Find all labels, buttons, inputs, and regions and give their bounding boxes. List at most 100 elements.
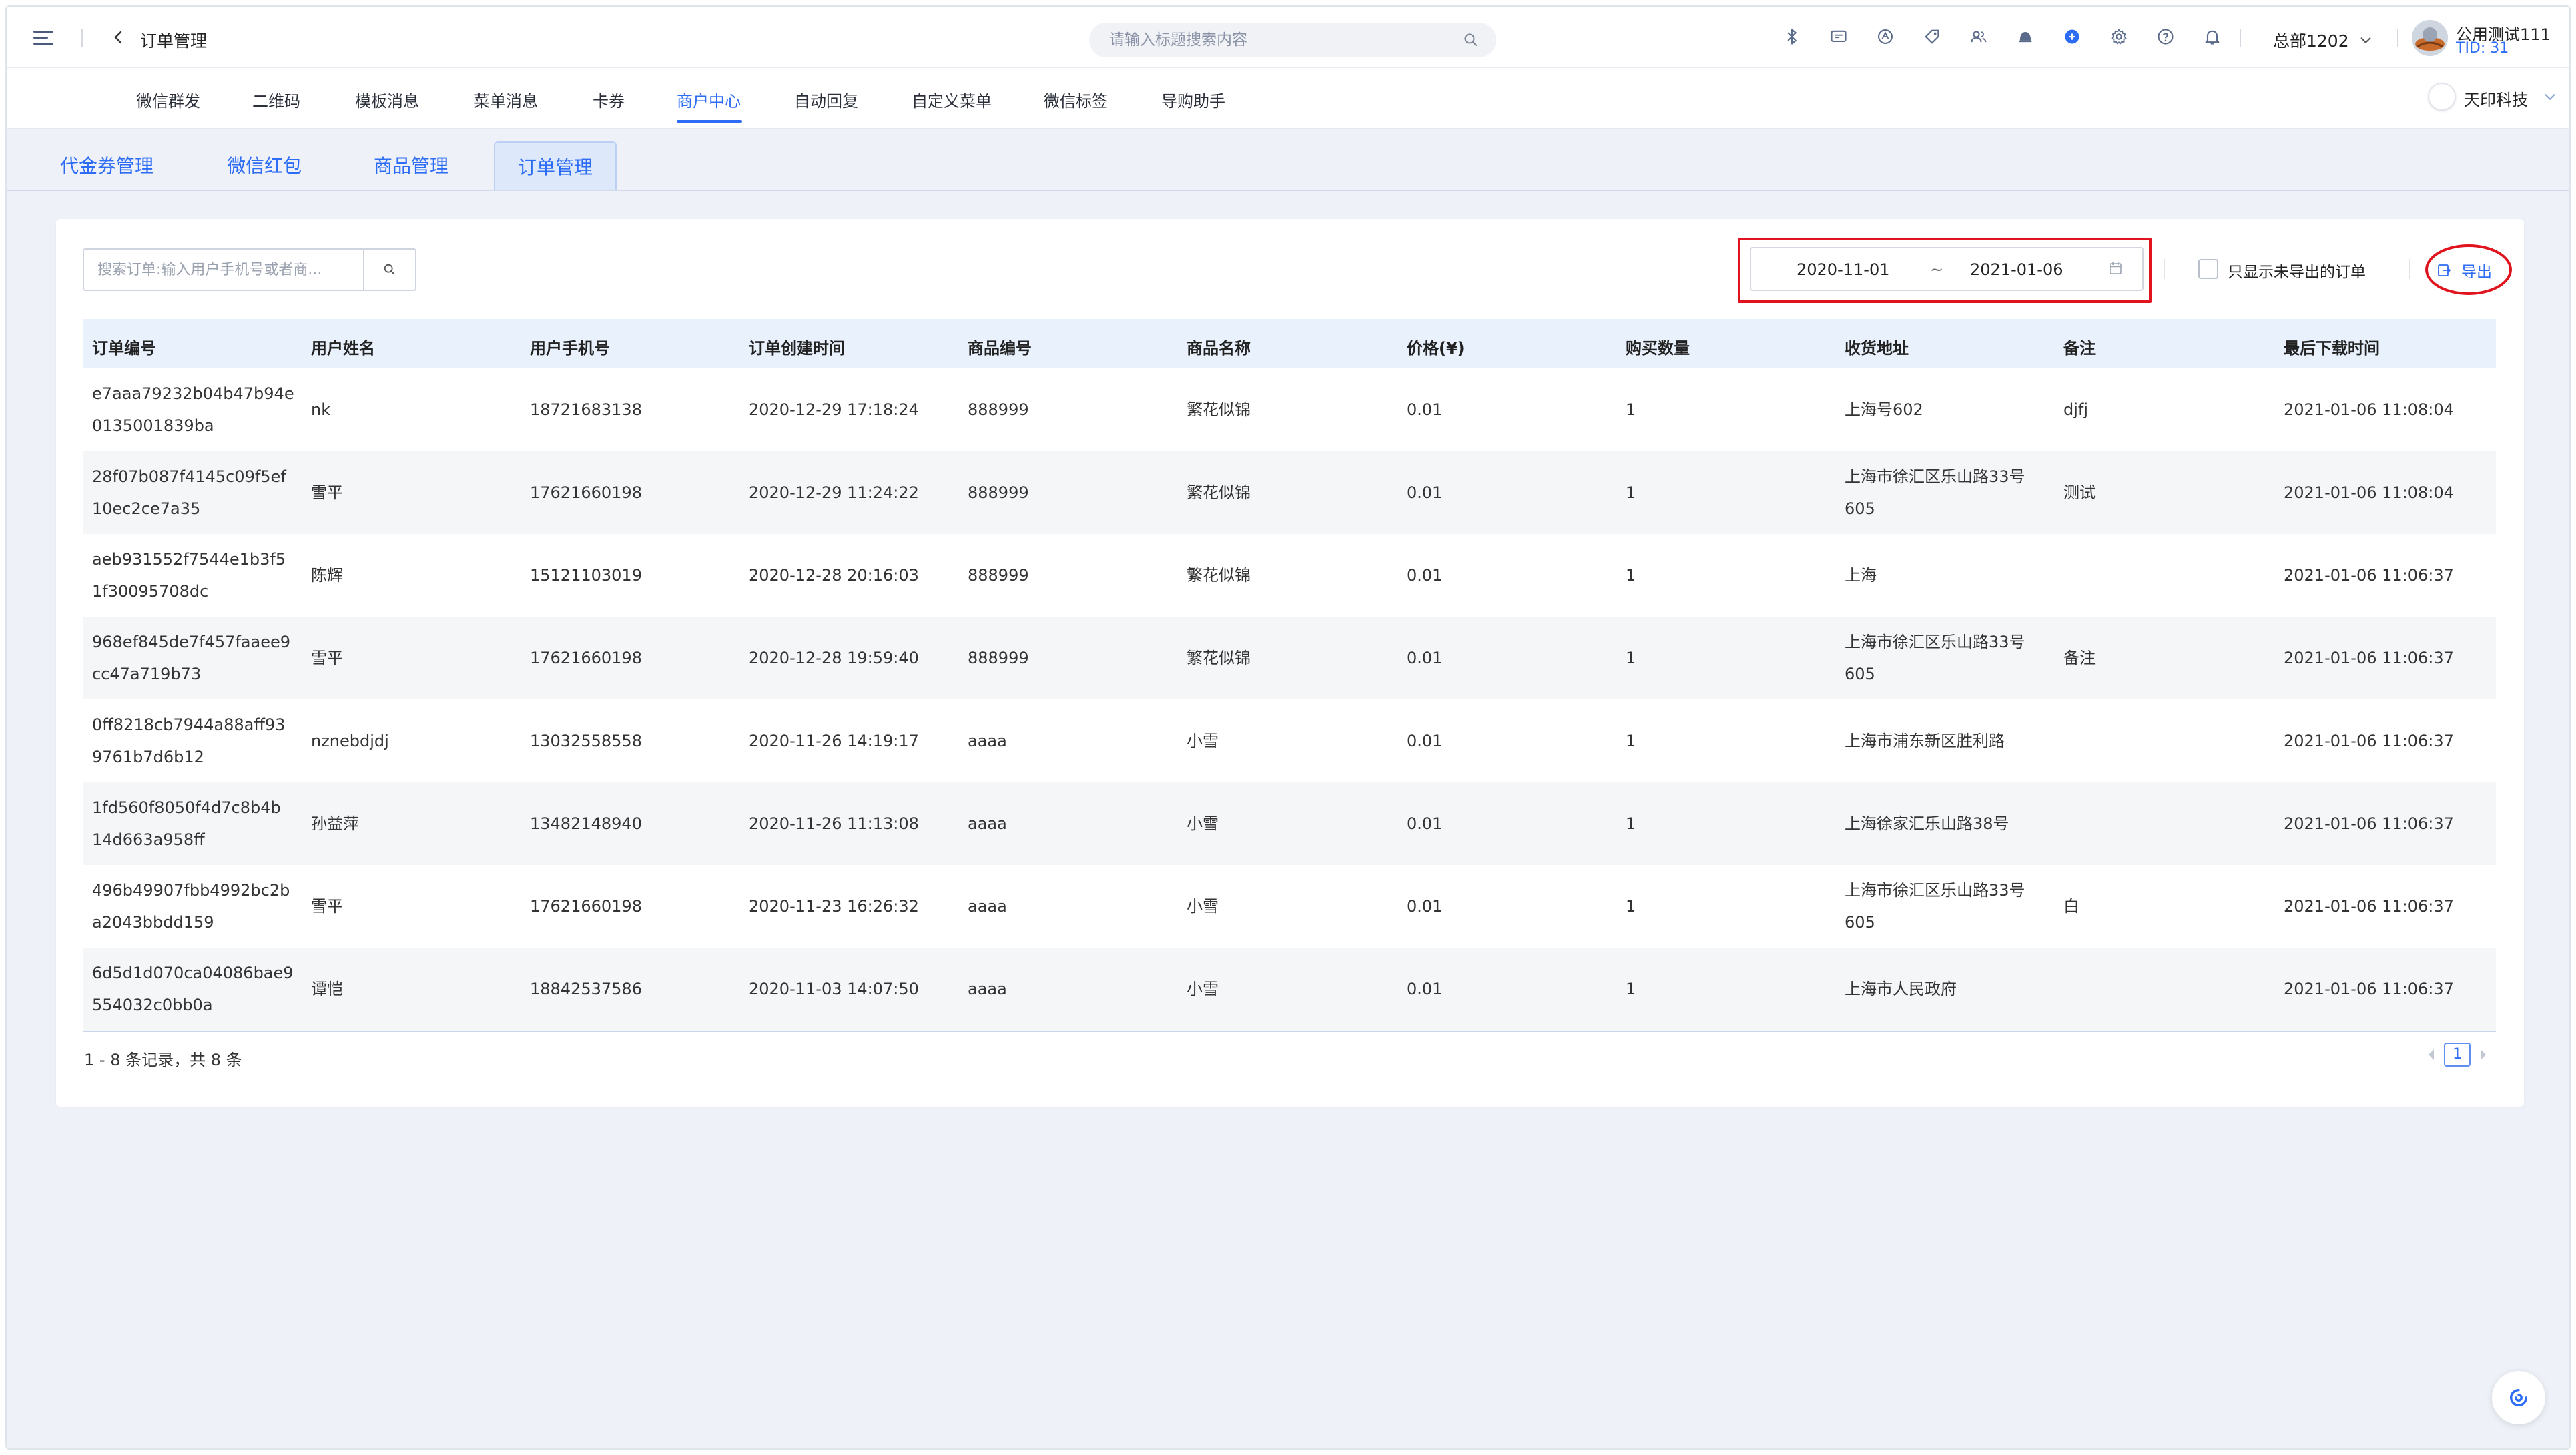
col-price[interactable]: 价格(¥)	[1407, 335, 1465, 358]
chevron-down-icon[interactable]	[2543, 89, 2557, 104]
cell-last-download: 2021-01-06 11:06:37	[2284, 814, 2454, 833]
col-product-sku[interactable]: 商品编号	[968, 335, 1032, 358]
col-order-id[interactable]: 订单编号	[92, 335, 156, 358]
hamburger-menu-icon[interactable]	[33, 31, 53, 45]
tag-icon[interactable]	[1922, 27, 1942, 47]
cell-price: 0.01	[1407, 649, 1443, 667]
cell-user-phone: 17621660198	[530, 483, 642, 502]
search-icon[interactable]	[1463, 32, 1479, 48]
cell-user-name: 陈辉	[311, 566, 343, 585]
global-search[interactable]	[1089, 23, 1496, 57]
page-number[interactable]: 1	[2444, 1043, 2471, 1067]
cell-note: 白	[2063, 897, 2079, 916]
cell-product-sku: 888999	[968, 649, 1029, 667]
dot-icon[interactable]	[2062, 27, 2082, 47]
cell-order-id: 6d5d1d070ca04086bae9 554032c0bb0a	[92, 964, 294, 1014]
table-row[interactable]: 0ff8218cb7944a88aff93 9761b7d6b12 nznebdj…	[83, 699, 2496, 782]
tab-product-management[interactable]: 商品管理	[351, 141, 471, 191]
date-start[interactable]: 2020-11-01	[1797, 260, 1889, 279]
cell-quantity: 1	[1626, 980, 1636, 998]
cell-product-name: 小雪	[1187, 897, 1219, 916]
nav-item-shopping-assistant[interactable]: 导购助手	[1161, 88, 1225, 111]
table-row[interactable]: aeb931552f7544e1b3f5 1f30095708dc 陈辉 1512…	[83, 534, 2496, 617]
bluetooth-icon[interactable]	[1782, 27, 1802, 47]
cell-created-time: 2020-11-03 14:07:50	[749, 980, 919, 998]
divider	[81, 29, 83, 47]
cell-user-phone: 13032558558	[530, 732, 642, 750]
only-unexported-checkbox[interactable]	[2198, 259, 2218, 279]
notification-bell-icon[interactable]	[2202, 27, 2222, 47]
message-icon[interactable]	[1829, 27, 1849, 47]
export-button[interactable]: 导出	[2436, 259, 2492, 282]
col-product-name[interactable]: 商品名称	[1187, 335, 1251, 358]
nav-item-wechat-tags[interactable]: 微信标签	[1044, 88, 1108, 111]
cell-user-name: 雪平	[311, 897, 343, 916]
cell-created-time: 2020-12-28 20:16:03	[749, 566, 919, 585]
app-icon[interactable]	[1875, 27, 1895, 47]
cell-price: 0.01	[1407, 483, 1443, 502]
calendar-icon[interactable]	[2108, 260, 2125, 278]
nav-item-merchant-center[interactable]: 商户中心	[677, 88, 741, 111]
cell-product-sku: 888999	[968, 483, 1029, 502]
help-icon[interactable]	[2156, 27, 2176, 47]
order-search-button[interactable]	[363, 250, 415, 290]
app-window: 订单管理 总部1202	[5, 5, 2571, 1450]
cell-created-time: 2020-11-26 14:19:17	[749, 732, 919, 750]
divider	[2397, 29, 2398, 47]
col-address[interactable]: 收货地址	[1845, 335, 1909, 358]
back-arrow-icon[interactable]	[111, 29, 127, 45]
users-icon[interactable]	[1969, 27, 1989, 47]
tab-voucher-management[interactable]: 代金券管理	[37, 141, 176, 191]
date-range-picker[interactable]: 2020-11-01 ~ 2021-01-06	[1750, 247, 2144, 291]
customer-service-icon[interactable]	[2492, 1371, 2545, 1424]
cell-note: djfj	[2063, 400, 2089, 419]
date-end[interactable]: 2021-01-06	[1970, 260, 2063, 279]
prev-page-icon[interactable]	[2424, 1045, 2439, 1065]
pagination-info: 1 - 8 条记录，共 8 条	[84, 1051, 242, 1069]
tab-wechat-red-packet[interactable]: 微信红包	[204, 141, 324, 191]
cell-quantity: 1	[1626, 814, 1636, 833]
avatar[interactable]	[2412, 20, 2448, 56]
only-unexported-label[interactable]: 只显示未导出的订单	[2228, 259, 2366, 282]
table-row[interactable]: 1fd560f8050f4d7c8b4b 14d663a958ff 孙益萍 134…	[83, 782, 2496, 865]
bell-alert-icon[interactable]	[2015, 27, 2035, 47]
order-search[interactable]	[83, 248, 416, 291]
col-user-phone[interactable]: 用户手机号	[530, 335, 610, 358]
table-row[interactable]: e7aaa79232b04b47b94e 0135001839ba nk 1872…	[83, 368, 2496, 451]
cell-quantity: 1	[1626, 483, 1636, 502]
cell-user-phone: 13482148940	[530, 814, 642, 833]
cell-user-name: 孙益萍	[311, 814, 359, 833]
nav-item-coupons[interactable]: 卡券	[593, 88, 625, 111]
cell-created-time: 2020-12-29 11:24:22	[749, 483, 919, 502]
nav-item-wechat-broadcast[interactable]: 微信群发	[136, 88, 200, 111]
col-quantity[interactable]: 购买数量	[1626, 335, 1690, 358]
cell-last-download: 2021-01-06 11:06:37	[2284, 649, 2454, 667]
table-row[interactable]: 6d5d1d070ca04086bae9 554032c0bb0a 谭恺 1884…	[83, 948, 2496, 1031]
col-created-time[interactable]: 订单创建时间	[749, 335, 845, 358]
cell-quantity: 1	[1626, 732, 1636, 750]
global-search-input[interactable]	[1109, 23, 1456, 57]
table-row[interactable]: 28f07b087f4145c09f5ef 10ec2ce7a35 雪平 1762…	[83, 451, 2496, 534]
cell-product-sku: 888999	[968, 566, 1029, 585]
nav-item-auto-reply[interactable]: 自动回复	[794, 88, 858, 111]
cell-user-phone: 18842537586	[530, 980, 642, 998]
cell-quantity: 1	[1626, 649, 1636, 667]
nav-item-template-message[interactable]: 模板消息	[355, 88, 419, 111]
company-toggle[interactable]	[2428, 83, 2456, 111]
cell-product-name: 繁花似锦	[1187, 649, 1251, 667]
divider	[2240, 29, 2241, 47]
col-last-download[interactable]: 最后下载时间	[2284, 335, 2380, 358]
col-note[interactable]: 备注	[2063, 335, 2096, 358]
nav-item-custom-menu[interactable]: 自定义菜单	[912, 88, 992, 111]
gear-icon[interactable]	[2109, 27, 2129, 47]
company-name: 天印科技	[2464, 91, 2528, 109]
col-user-name[interactable]: 用户姓名	[311, 335, 375, 358]
org-selector[interactable]: 总部1202	[2273, 28, 2373, 52]
next-page-icon[interactable]	[2476, 1045, 2491, 1065]
nav-item-qrcode[interactable]: 二维码	[252, 88, 300, 111]
nav-item-menu-message[interactable]: 菜单消息	[474, 88, 538, 111]
tab-order-management[interactable]: 订单管理	[494, 141, 617, 191]
order-search-input[interactable]	[97, 250, 364, 290]
table-row[interactable]: 968ef845de7f457faaee9 cc47a719b73 雪平 1762…	[83, 617, 2496, 699]
table-row[interactable]: 496b49907fbb4992bc2b a2043bbdd159 雪平 1762…	[83, 865, 2496, 948]
